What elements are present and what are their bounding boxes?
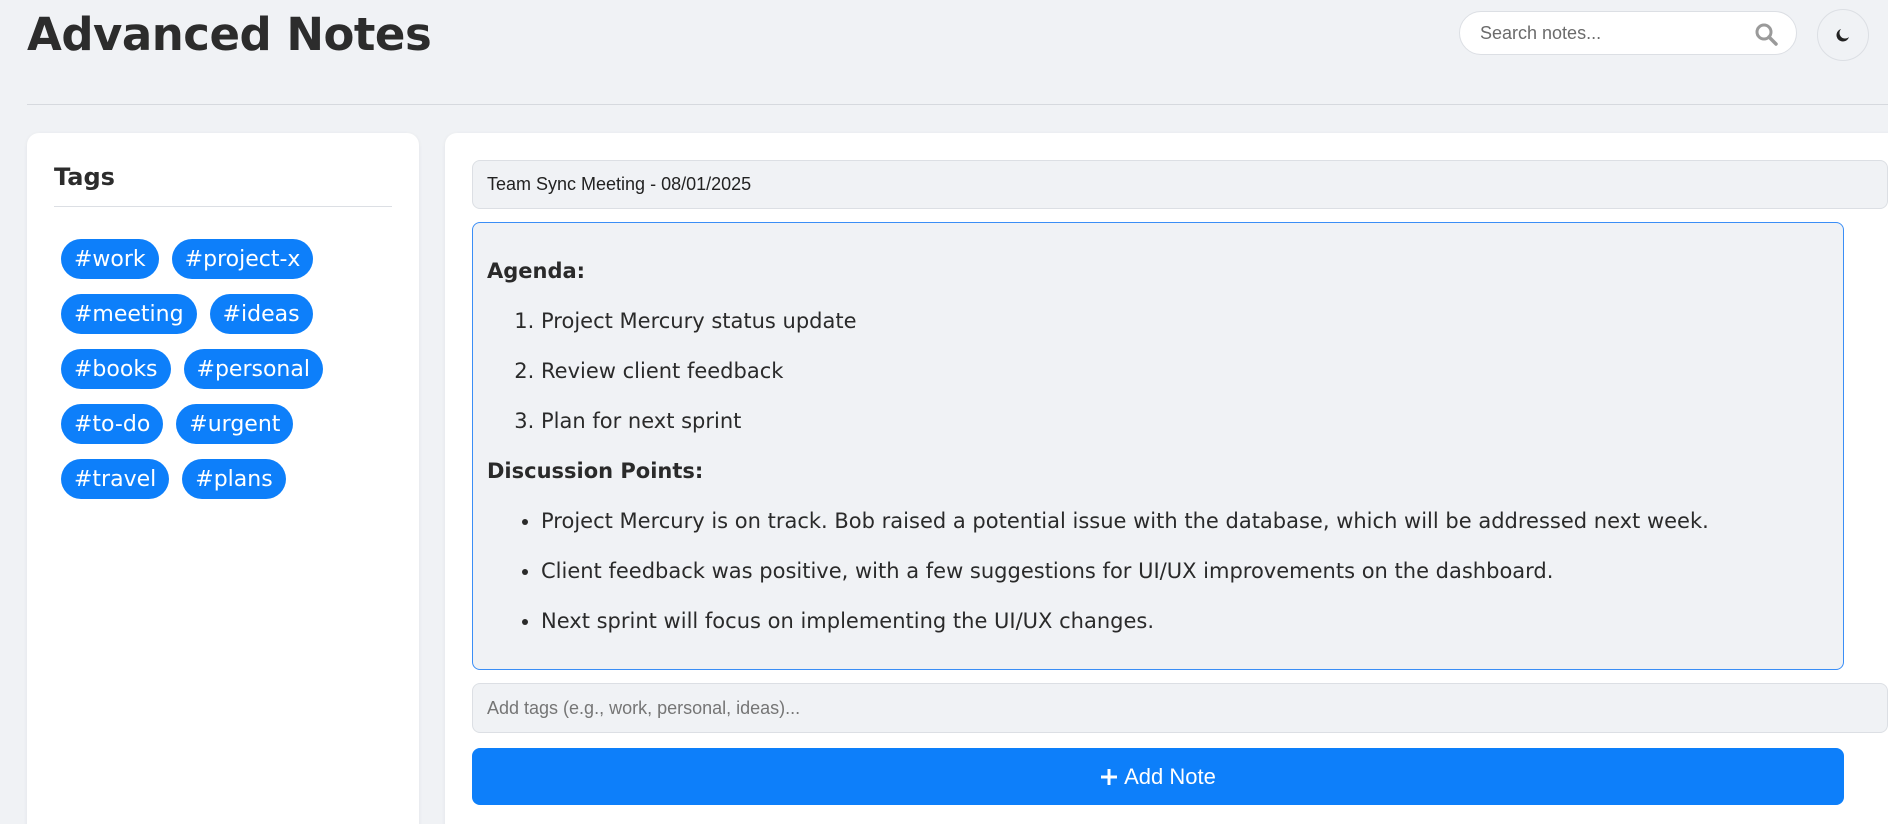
discussion-item: Client feedback was positive, with a few… bbox=[541, 557, 1829, 607]
note-content-editor[interactable]: Agenda: Project Mercury status update Re… bbox=[472, 222, 1844, 670]
tag-chip[interactable]: #travel bbox=[61, 459, 170, 499]
tag-chip[interactable]: #books bbox=[61, 349, 171, 389]
sidebar-divider bbox=[54, 206, 392, 207]
note-title-input[interactable] bbox=[472, 160, 1888, 209]
agenda-list: Project Mercury status update Review cli… bbox=[541, 307, 1829, 457]
tags-input[interactable] bbox=[472, 683, 1888, 733]
search-input[interactable] bbox=[1480, 12, 1750, 54]
tag-chip[interactable]: #meeting bbox=[61, 294, 197, 334]
discussion-list: Project Mercury is on track. Bob raised … bbox=[541, 507, 1829, 657]
discussion-heading: Discussion Points: bbox=[487, 459, 704, 483]
discussion-item: Project Mercury is on track. Bob raised … bbox=[541, 507, 1829, 557]
header-divider bbox=[27, 104, 1888, 105]
discussion-item: Next sprint will focus on implementing t… bbox=[541, 607, 1829, 657]
agenda-heading: Agenda: bbox=[487, 259, 586, 283]
search-icon[interactable] bbox=[1754, 22, 1778, 46]
search-box[interactable] bbox=[1459, 11, 1797, 55]
plus-icon bbox=[1101, 768, 1118, 785]
add-note-button[interactable]: Add Note bbox=[472, 748, 1844, 805]
tag-chip[interactable]: #ideas bbox=[209, 294, 313, 334]
tags-sidebar: Tags #work #project-x #meeting #ideas #b… bbox=[27, 133, 419, 824]
note-editor-panel: Agenda: Project Mercury status update Re… bbox=[445, 133, 1888, 824]
tag-chip[interactable]: #personal bbox=[183, 349, 323, 389]
tag-chip[interactable]: #urgent bbox=[176, 404, 294, 444]
agenda-item: Plan for next sprint bbox=[541, 407, 1829, 457]
tag-list: #work #project-x #meeting #ideas #books … bbox=[61, 239, 391, 499]
tag-chip[interactable]: #project-x bbox=[171, 239, 314, 279]
moon-icon bbox=[1836, 29, 1849, 42]
agenda-item: Project Mercury status update bbox=[541, 307, 1829, 357]
tag-chip[interactable]: #plans bbox=[182, 459, 286, 499]
tag-chip[interactable]: #work bbox=[61, 239, 159, 279]
tags-heading: Tags bbox=[54, 163, 115, 191]
theme-toggle-button[interactable] bbox=[1817, 9, 1869, 61]
agenda-item: Review client feedback bbox=[541, 357, 1829, 407]
add-note-label: Add Note bbox=[1124, 763, 1216, 789]
tag-chip[interactable]: #to-do bbox=[61, 404, 164, 444]
app-title: Advanced Notes bbox=[27, 8, 432, 61]
